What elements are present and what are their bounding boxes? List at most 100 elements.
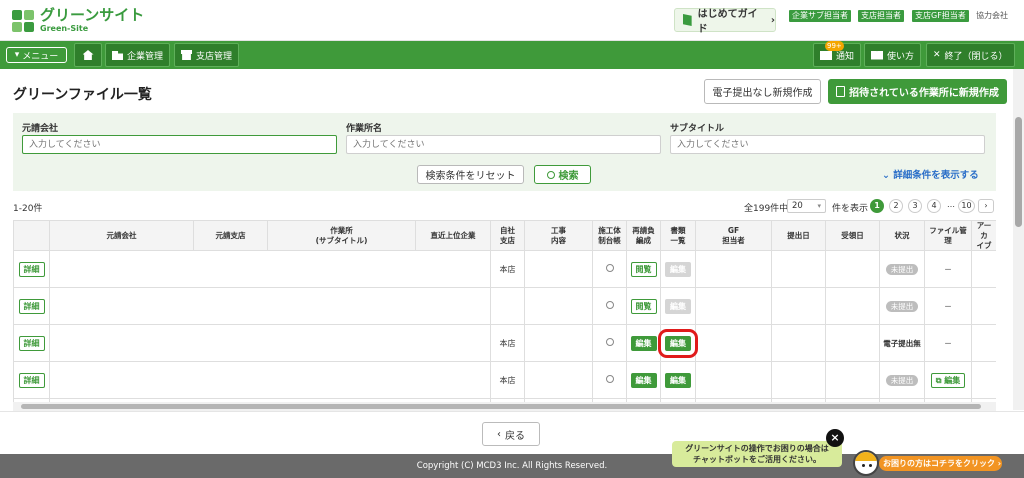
total-count: 全199件中 [744,204,789,214]
col-header-detail [13,220,50,252]
page-last-button[interactable]: 10 [958,199,975,213]
documents-edit-button-disabled: 編集 [665,298,691,314]
chatbot-cta-button[interactable]: お困りの方はコチラをクリック › [879,456,1002,471]
file-management-cell: － [924,250,972,289]
own-branch-cell: 本店 [490,324,525,363]
contractor-input[interactable] [22,135,337,154]
notification-count-badge: 99+ [825,41,844,51]
page-title: グリーンファイル一覧 [13,87,152,103]
notifications-button[interactable]: 99+ 通知 [813,41,862,67]
company-management-button[interactable]: 企業管理 [105,43,171,67]
ledger-radio[interactable] [605,301,614,310]
documents-edit-button-highlighted[interactable]: 編集 [658,328,698,358]
detail-button[interactable]: 詳細 [18,335,45,351]
col-header-contractor-branch: 元請支店 [193,220,268,252]
subtitle-label: サブタイトル [670,124,725,134]
reorganization-edit-button[interactable]: 編集 [630,335,657,351]
site-name-label: 作業所名 [346,124,383,134]
col-header-own-branch: 自社 支店 [490,220,525,252]
file-management-cell: － [924,287,972,326]
next-page-button[interactable]: › [978,199,994,213]
green-file-table: 元請会社 元請支店 作業所 (サブタイトル) 直近上位企業 自社 支店 工事 内… [13,220,996,413]
show-advanced-conditions-link[interactable]: ⌄ 詳細条件を表示する [882,167,979,181]
top-header: グリーンサイト Green-Site はじめてガイド › 企業サブ担当者 支店担… [0,0,1024,41]
col-header-ledger: 施工体 制台帳 [592,220,627,252]
chatbot-close-icon[interactable]: × [826,429,844,447]
chatbot-bubble[interactable]: グリーンサイトの操作でお困りの場合は チャットボットをご活用ください。 [672,441,842,467]
how-to-use-label: 使い方 [887,51,915,62]
col-header-received-date: 受領日 [825,220,880,252]
horizontal-scrollbar-thumb[interactable] [21,404,981,409]
search-icon [546,170,555,179]
ledger-radio[interactable] [605,338,614,347]
building-icon [112,51,123,60]
pagination-ellipsis: … [947,200,955,209]
chevron-left-icon: ‹ [497,428,501,440]
new-without-submission-button[interactable]: 電子提出なし新規作成 [704,79,821,104]
file-management-cell: － [924,324,972,363]
col-header-status: 状況 [879,220,925,252]
exit-label: 終了（閉じる） [944,51,1008,62]
status-badge: 未提出 [885,300,919,312]
advanced-conditions-label: 詳細条件を表示する [893,170,979,181]
back-button[interactable]: ‹ 戻る [482,422,540,446]
how-to-use-button[interactable]: 使い方 [864,43,922,67]
page-1-button[interactable]: 1 [870,199,884,213]
caret-down-icon: ▾ [817,202,821,210]
col-header-archive: アーカ イブ [971,220,996,252]
guide-label: はじめてガイド [697,9,758,35]
reset-search-button[interactable]: 検索条件をリセット [417,165,524,184]
logo[interactable]: グリーンサイト Green-Site [12,8,144,33]
vertical-scrollbar-thumb[interactable] [1015,117,1022,227]
horizontal-scrollbar[interactable] [13,402,996,411]
table-row: 詳細 本店 編集 編集 未提出 ⧉ 編集 [13,361,996,400]
search-label: 検索 [558,171,579,182]
own-branch-cell [490,287,525,326]
site-name-input[interactable] [346,135,661,154]
own-branch-cell: 本店 [490,361,525,400]
exit-button[interactable]: ✕ 終了（閉じる） [926,43,1015,67]
mascot-icon[interactable] [853,450,879,476]
reset-search-label: 検索条件をリセット [425,171,516,182]
reorganization-view-button[interactable]: 閲覧 [630,261,657,277]
ledger-radio[interactable] [605,375,614,384]
back-label: 戻る [505,430,525,442]
detail-button[interactable]: 詳細 [18,372,45,388]
own-branch-cell: 本店 [490,250,525,289]
branch-management-label: 支店管理 [196,51,233,62]
detail-button[interactable]: 詳細 [18,261,45,277]
reorganization-edit-button[interactable]: 編集 [630,372,657,388]
search-button[interactable]: 検索 [534,165,591,184]
col-header-reorganization: 再請負 編成 [626,220,661,252]
caret-down-icon: ▾ [14,50,23,60]
page-2-button[interactable]: 2 [889,199,903,213]
detail-button[interactable]: 詳細 [18,298,45,314]
home-button[interactable] [74,43,102,67]
menu-button[interactable]: ▾ メニュー [6,47,67,63]
new-for-invited-site-label: 招待されている作業所に新規作成 [849,88,999,99]
page-3-button[interactable]: 3 [908,199,922,213]
chatbot-message-line2: チャットボットをご活用ください。 [693,455,821,464]
page-4-button[interactable]: 4 [927,199,941,213]
documents-edit-button[interactable]: 編集 [665,372,691,388]
chevron-right-icon: › [770,14,775,26]
status-badge: 未提出 [885,263,919,275]
branch-management-button[interactable]: 支店管理 [174,43,240,67]
new-for-invited-site-button[interactable]: 招待されている作業所に新規作成 [828,79,1007,104]
ledger-radio[interactable] [605,264,614,273]
copyright: Copyright (C) MCD3 Inc. All Rights Reser… [416,461,608,471]
menu-label: メニュー [22,51,59,62]
per-page-select[interactable]: 20 ▾ [787,199,826,213]
vertical-scrollbar[interactable] [1013,69,1024,410]
per-page-label: 件を表示 [832,204,869,214]
col-header-file-management: ファイル管理 [924,220,972,252]
new-without-submission-label: 電子提出なし新規作成 [712,88,813,99]
subtitle-input[interactable] [670,135,985,154]
reorganization-view-button[interactable]: 閲覧 [630,298,657,314]
book-icon [871,50,883,60]
table-row: 詳細 本店 閲覧 編集 未提出 － [13,250,996,289]
role-tag-company-sub: 企業サブ担当者 [789,10,851,22]
file-management-edit-button[interactable]: ⧉ 編集 [930,372,966,388]
status-badge: 未提出 [885,374,919,386]
getting-started-guide-button[interactable]: はじめてガイド › [674,8,776,35]
